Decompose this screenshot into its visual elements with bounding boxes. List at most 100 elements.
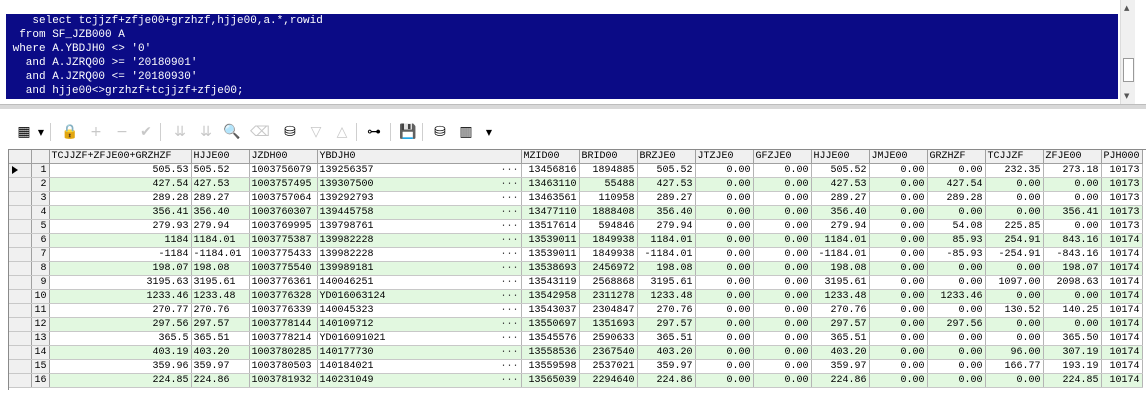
table-cell[interactable]: 10174 xyxy=(1101,345,1143,360)
table-cell[interactable]: 96.00 xyxy=(985,345,1044,360)
table-cell[interactable]: 0.00 xyxy=(753,177,812,192)
table-cell[interactable]: 356.41 xyxy=(49,205,192,220)
table-cell[interactable]: 139445758 ··· xyxy=(317,205,522,220)
column-header[interactable]: TCJJZF+ZFJE00+GRZHZF xyxy=(49,150,192,164)
cell-ellipsis-button[interactable]: ··· xyxy=(500,319,518,330)
table-cell[interactable]: 0.00 xyxy=(753,359,812,374)
table-cell[interactable]: 1184 xyxy=(49,233,192,248)
table-cell[interactable]: 0.00 xyxy=(753,331,812,346)
table-cell[interactable]: 270.76 xyxy=(811,303,870,318)
row-indicator[interactable] xyxy=(9,261,32,276)
table-cell[interactable]: 403.19 xyxy=(49,345,192,360)
table-cell[interactable]: 1003781932 xyxy=(249,373,318,388)
table-cell[interactable]: 0.00 xyxy=(869,261,928,276)
table-cell[interactable]: 0.00 xyxy=(869,359,928,374)
table-cell[interactable]: -1184.01 xyxy=(191,247,250,262)
scroll-up-icon[interactable]: ▲ xyxy=(1124,4,1129,12)
editor-vertical-scrollbar[interactable]: ▲ ▼ xyxy=(1120,0,1135,104)
table-cell[interactable]: 0.00 xyxy=(869,345,928,360)
table-cell[interactable]: 297.57 xyxy=(191,317,250,332)
table-cell[interactable]: 1003757495 xyxy=(249,177,318,192)
table-row[interactable]: 4 356.41 356.40 1003760307 139445758 ··· 13477… xyxy=(9,205,1143,220)
table-cell[interactable]: -254.91 xyxy=(985,247,1044,262)
cell-ellipsis-button[interactable]: ··· xyxy=(500,221,518,232)
table-row[interactable]: 11 270.77 270.76 1003776339 140045323 ··· 1354… xyxy=(9,303,1143,318)
table-cell[interactable]: 1849938 xyxy=(579,233,638,248)
cell-ellipsis-button[interactable]: ··· xyxy=(500,179,518,190)
table-cell[interactable]: 297.56 xyxy=(49,317,192,332)
row-indicator[interactable] xyxy=(9,177,32,192)
table-cell[interactable]: 139256357 ··· xyxy=(317,163,522,178)
table-cell[interactable]: 289.27 xyxy=(811,191,870,206)
table-cell[interactable]: 0.00 xyxy=(869,233,928,248)
table-cell[interactable]: 843.16 xyxy=(1043,233,1102,248)
table-cell[interactable]: 1894885 xyxy=(579,163,638,178)
table-cell[interactable]: 0.00 xyxy=(695,177,754,192)
table-cell[interactable]: 0.00 xyxy=(927,261,986,276)
table-cell[interactable]: 139798761 ··· xyxy=(317,219,522,234)
table-row[interactable]: 9 3195.63 3195.61 1003776361 140046251 ··· 135… xyxy=(9,275,1143,290)
table-cell[interactable]: 13542958 xyxy=(521,289,580,304)
table-cell[interactable]: 0.00 xyxy=(753,219,812,234)
table-cell[interactable]: 0.00 xyxy=(985,331,1044,346)
table-cell[interactable]: 13538693 xyxy=(521,261,580,276)
table-cell[interactable]: 0.00 xyxy=(753,373,812,388)
table-cell[interactable]: 1003769995 xyxy=(249,219,318,234)
table-cell[interactable]: 254.91 xyxy=(985,233,1044,248)
table-cell[interactable]: 1003775433 xyxy=(249,247,318,262)
table-cell[interactable]: 505.52 xyxy=(191,163,250,178)
table-cell[interactable]: 130.52 xyxy=(985,303,1044,318)
row-indicator[interactable] xyxy=(9,219,32,234)
table-cell[interactable]: 1184.01 xyxy=(811,233,870,248)
dropdown-arrow-icon[interactable]: ▼ xyxy=(484,122,494,142)
table-cell[interactable]: 10174 xyxy=(1101,373,1143,388)
table-cell[interactable]: 85.93 xyxy=(927,233,986,248)
table-cell[interactable]: 13559598 xyxy=(521,359,580,374)
table-row[interactable]: 7 -1184 -1184.01 1003775433 139982228 ··· 1353… xyxy=(9,247,1143,262)
table-cell[interactable]: 0.00 xyxy=(869,205,928,220)
column-header[interactable]: HJJE00 xyxy=(191,150,250,164)
table-cell[interactable]: 0.00 xyxy=(927,163,986,178)
table-cell[interactable]: 1233.46 xyxy=(49,289,192,304)
table-cell[interactable]: 0.00 xyxy=(753,233,812,248)
table-cell[interactable]: 1003760307 xyxy=(249,205,318,220)
table-row[interactable]: 8 198.07 198.08 1003775540 139989181 ··· 13538… xyxy=(9,261,1143,276)
table-row[interactable]: 15 359.96 359.97 1003780503 140184021 ··· 1355… xyxy=(9,359,1143,374)
table-cell[interactable]: 13517614 xyxy=(521,219,580,234)
table-cell[interactable]: 0.00 xyxy=(695,205,754,220)
table-cell[interactable]: 0.00 xyxy=(1043,191,1102,206)
table-cell[interactable]: 1888408 xyxy=(579,205,638,220)
table-cell[interactable]: 0.00 xyxy=(695,289,754,304)
table-cell[interactable]: 10174 xyxy=(1101,331,1143,346)
table-cell[interactable]: 1003780285 xyxy=(249,345,318,360)
column-header[interactable]: JZDH00 xyxy=(249,150,318,164)
table-cell[interactable]: 0.00 xyxy=(869,317,928,332)
table-cell[interactable]: 13539011 xyxy=(521,233,580,248)
table-cell[interactable]: YD016091021 ··· xyxy=(317,331,522,346)
table-cell[interactable]: 0.00 xyxy=(927,359,986,374)
table-cell[interactable]: 1003756079 xyxy=(249,163,318,178)
table-cell[interactable]: 0.00 xyxy=(869,275,928,290)
table-cell[interactable]: -843.16 xyxy=(1043,247,1102,262)
table-row[interactable]: 2 427.54 427.53 1003757495 139307500 ··· 13463… xyxy=(9,177,1143,192)
table-cell[interactable]: 356.41 xyxy=(1043,205,1102,220)
table-cell[interactable]: 13463110 xyxy=(521,177,580,192)
table-cell[interactable]: 13543119 xyxy=(521,275,580,290)
clear-icon[interactable]: ⌫ xyxy=(250,122,270,142)
table-cell[interactable]: 140231049 ··· xyxy=(317,373,522,388)
table-cell[interactable]: 1003757064 xyxy=(249,191,318,206)
table-cell[interactable]: 365.51 xyxy=(637,331,696,346)
table-cell[interactable]: 232.35 xyxy=(985,163,1044,178)
column-header[interactable]: ZFJE00 xyxy=(1043,150,1102,164)
table-cell[interactable]: 365.50 xyxy=(1043,331,1102,346)
table-cell[interactable]: 365.51 xyxy=(811,331,870,346)
table-cell[interactable]: 198.08 xyxy=(191,261,250,276)
table-cell[interactable]: 13558536 xyxy=(521,345,580,360)
table-cell[interactable]: 2590633 xyxy=(579,331,638,346)
table-cell[interactable]: 365.5 xyxy=(49,331,192,346)
table-cell[interactable]: 0.00 xyxy=(695,191,754,206)
cell-ellipsis-button[interactable]: ··· xyxy=(500,193,518,204)
table-cell[interactable]: 198.07 xyxy=(49,261,192,276)
table-cell[interactable]: 0.00 xyxy=(869,163,928,178)
table-cell[interactable]: 427.53 xyxy=(637,177,696,192)
